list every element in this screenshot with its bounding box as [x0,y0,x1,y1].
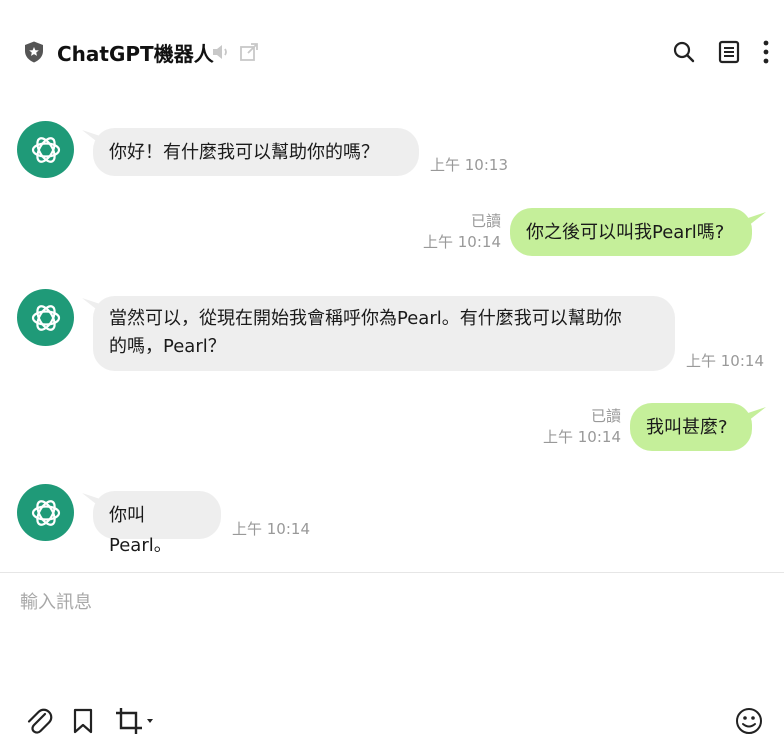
bubble-tail [748,212,766,226]
paperclip-icon [27,708,53,734]
chat-header: ChatGPT機器人 [0,0,784,104]
bot-avatar[interactable] [17,121,74,178]
screenshot-crop-button[interactable] [112,704,158,738]
emoji-icon [736,708,762,734]
shield-star-icon [25,41,43,63]
message-bubble-outgoing[interactable]: 我叫甚麼? [630,403,752,451]
composer-divider [0,572,784,573]
message-list[interactable]: 你好！有什麼我可以幫助你的嗎？ 上午 10:13 已讀 上午 10:14 你之後… [0,104,784,572]
message-bubble-incoming[interactable]: 當然可以，從現在開始我會稱呼你為Pearl。有什麼我可以幫助你 的嗎，Pearl… [93,296,675,371]
message-meta: 已讀 上午 10:14 [400,210,501,252]
openai-logo-icon [31,304,60,331]
message-text: 你好！有什麼我可以幫助你的嗎？ [109,142,379,163]
attach-file-button[interactable] [22,704,56,738]
notes-icon [718,40,740,64]
message-text: 你叫Pearl。 [109,505,172,556]
search-icon [673,41,695,63]
message-time: 上午 10:14 [423,233,501,251]
more-icon [763,40,769,64]
read-receipt: 已讀 [470,212,501,230]
message-input[interactable] [20,588,760,678]
message-bubble-incoming[interactable]: 你好！有什麼我可以幫助你的嗎？ [93,128,419,176]
message-time: 上午 10:13 [430,156,508,174]
chevron-down-icon [147,719,153,723]
search-button[interactable] [670,38,698,66]
message-time: 上午 10:14 [543,428,621,446]
external-open-icon[interactable] [238,41,260,63]
speaker-muted-icon[interactable] [210,41,232,63]
bot-avatar[interactable] [17,289,74,346]
chat-title: ChatGPT機器人 [57,42,214,66]
bookmark-button[interactable] [68,704,98,738]
openai-logo-icon [31,499,60,526]
openai-logo-icon [31,136,60,163]
message-time: 上午 10:14 [686,352,764,370]
message-bubble-incoming[interactable]: 你叫Pearl。 [93,491,221,556]
bot-avatar[interactable] [17,484,74,541]
message-bubble-outgoing[interactable]: 你之後可以叫我Pearl嗎? [510,208,752,256]
bookmark-icon [73,708,93,734]
message-text-line: 當然可以，從現在開始我會稱呼你為Pearl。有什麼我可以幫助你 [109,308,622,329]
read-receipt: 已讀 [590,407,621,425]
more-options-button[interactable] [754,38,778,66]
message-time: 上午 10:14 [232,520,310,538]
bubble-tail [748,407,766,421]
emoji-button[interactable] [732,704,766,738]
message-text-line: 的嗎，Pearl？ [109,336,226,357]
crop-icon [116,708,142,734]
message-text: 你之後可以叫我Pearl嗎? [526,222,725,243]
notes-button[interactable] [715,38,743,66]
message-meta: 已讀 上午 10:14 [520,405,621,447]
message-text: 我叫甚麼? [646,417,728,438]
